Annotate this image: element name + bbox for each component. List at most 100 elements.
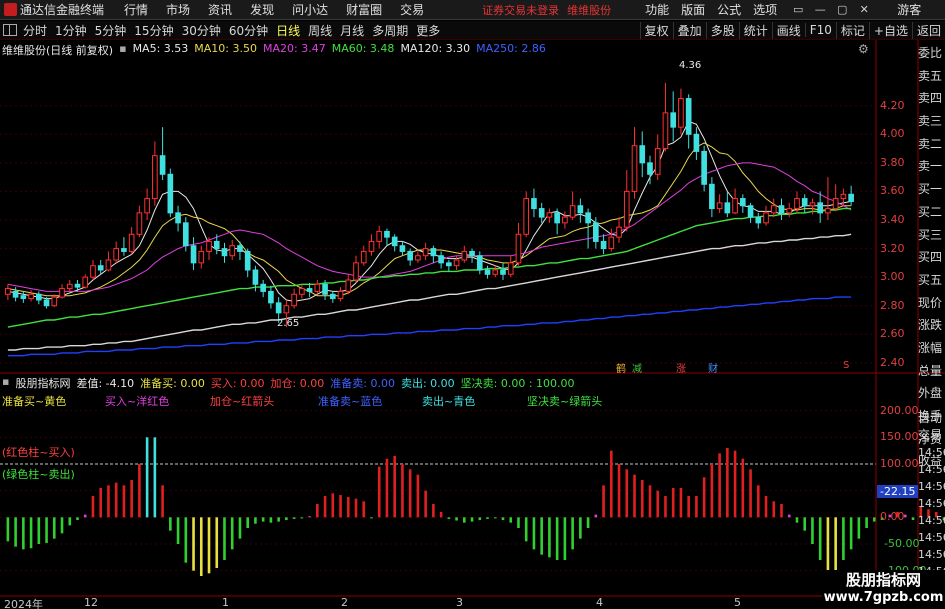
trade-time-item[interactable]: 自动 (918, 410, 945, 427)
candle-body (670, 112, 677, 128)
candle-body (531, 198, 537, 210)
event-marker-4[interactable]: 财 (708, 360, 718, 375)
candle-body (74, 283, 81, 288)
event-marker-2[interactable]: 减 (632, 360, 642, 375)
quote-item[interactable]: 卖二 (918, 133, 945, 156)
f10-button[interactable]: F10 (804, 23, 836, 37)
quote-panel: 委比 卖五 卖四 卖三 卖二 卖一 买一 买二 买三 买四 买五 现价 涨跌 涨幅 总量 外盘 换手 净资 收益 (918, 42, 945, 473)
trade-time-item[interactable]: 14:56 (918, 444, 945, 461)
period-5min[interactable]: 5分钟 (91, 22, 131, 39)
guest-user[interactable]: 游客 (897, 1, 921, 18)
minimize-icon[interactable]: — (813, 3, 827, 16)
period-1min[interactable]: 1分钟 (51, 22, 91, 39)
candle-body (469, 250, 475, 257)
menu-wealth[interactable]: 财富圈 (346, 1, 382, 18)
period-30min[interactable]: 30分钟 (178, 22, 225, 39)
event-marker-1[interactable]: 鹤 (616, 360, 626, 375)
quote-item[interactable]: 买三 (918, 224, 945, 247)
candle-body (523, 198, 530, 235)
indicator-bar (756, 485, 760, 518)
menu-options[interactable]: 选项 (753, 1, 777, 18)
period-intraday[interactable]: 分时 (19, 22, 51, 39)
candle-body (376, 230, 383, 242)
period-60min[interactable]: 60分钟 (225, 22, 272, 39)
login-status[interactable]: 证券交易未登录 (482, 2, 559, 18)
indicator-ready-buy: 准备买: 0.00 (140, 377, 205, 390)
trade-time-item[interactable]: 交易 (918, 427, 945, 444)
settings-gear-icon[interactable]: ⚙ (858, 42, 869, 56)
indicator-bar (192, 517, 195, 571)
multi-stock-button[interactable]: 多股 (705, 21, 739, 39)
legend-toggle-icon[interactable]: ▪ (119, 42, 126, 56)
candle-body (484, 269, 491, 275)
trade-time-item[interactable]: 14:56 (918, 461, 945, 478)
trade-time-item[interactable]: 14:56 (918, 512, 945, 529)
menu-function[interactable]: 功能 (645, 1, 669, 18)
overlay-button[interactable]: 叠加 (672, 21, 706, 39)
menu-trade[interactable]: 交易 (400, 1, 424, 18)
candle-body (662, 112, 669, 150)
menu-discover[interactable]: 发现 (250, 1, 274, 18)
menu-market[interactable]: 市场 (166, 1, 190, 18)
quote-item[interactable]: 买四 (918, 246, 945, 269)
quote-item[interactable]: 现价 (918, 292, 945, 315)
menu-formula[interactable]: 公式 (717, 1, 741, 18)
adjust-button[interactable]: 复权 (639, 21, 673, 39)
current-stock-name: 维维股份 (567, 3, 612, 17)
trade-time-item[interactable]: 14:56 (918, 478, 945, 495)
quote-item[interactable]: 卖五 (918, 65, 945, 88)
indicator-bar (834, 517, 837, 571)
quote-item[interactable]: 买五 (918, 269, 945, 292)
quote-item[interactable]: 委比 (918, 42, 945, 65)
title-bar: 通达信金融终端 行情 市场 资讯 发现 问小达 财富圈 交易 证券交易未登录 维… (0, 0, 945, 20)
quote-item[interactable]: 外盘 (918, 382, 945, 405)
current-indicator-value: -22.15 (877, 485, 919, 498)
price-tick-label: 3.20 (880, 241, 905, 255)
ma60-legend: MA60: 3.48 (331, 42, 395, 55)
indicator-bar (52, 517, 56, 539)
candle-body (569, 205, 576, 218)
menu-layout[interactable]: 版面 (681, 1, 705, 18)
add-watchlist-button[interactable]: +自选 (868, 21, 912, 39)
period-monthly[interactable]: 月线 (336, 22, 368, 39)
stats-button[interactable]: 统计 (738, 21, 772, 39)
indicator-bar (640, 480, 644, 518)
candle-body (732, 198, 738, 214)
layout-grid-icon[interactable] (3, 24, 17, 36)
chart-area[interactable] (0, 40, 945, 609)
quote-item[interactable]: 卖三 (918, 110, 945, 133)
menu-news[interactable]: 资讯 (208, 1, 232, 18)
indicator-bar (486, 517, 489, 519)
candle-body (190, 245, 197, 264)
menu-quotes[interactable]: 行情 (124, 1, 148, 18)
quote-item[interactable]: 买二 (918, 201, 945, 224)
draw-line-button[interactable]: 画线 (771, 21, 805, 39)
event-marker-5[interactable]: S (843, 360, 849, 371)
indicator-bar (772, 501, 776, 518)
indicator-toggle-icon[interactable]: ▪ (2, 375, 9, 389)
trade-time-item[interactable]: 14:56 (918, 495, 945, 512)
menu-ask[interactable]: 问小达 (292, 1, 328, 18)
quote-item[interactable]: 卖四 (918, 87, 945, 110)
restore-icon[interactable]: ▭ (791, 3, 805, 16)
quote-item[interactable]: 涨跌 (918, 314, 945, 337)
period-multi[interactable]: 多周期 (368, 22, 412, 39)
back-button[interactable]: 返回 (911, 21, 945, 39)
period-15min[interactable]: 15分钟 (130, 22, 177, 39)
trade-time-item[interactable]: 14:56 (918, 546, 945, 563)
event-marker-3[interactable]: 涨 (676, 360, 686, 375)
ma120-legend: MA120: 3.30 (400, 42, 471, 55)
stock-chart-title: 维维股份(日线 前复权) (2, 44, 114, 57)
mark-button[interactable]: 标记 (835, 21, 869, 39)
quote-item[interactable]: 买一 (918, 178, 945, 201)
quote-item[interactable]: 总量 (918, 360, 945, 383)
trade-time-item[interactable]: 14:56 (918, 529, 945, 546)
quote-item[interactable]: 卖一 (918, 155, 945, 178)
close-icon[interactable]: ✕ (857, 3, 871, 16)
maximize-icon[interactable]: ▢ (835, 3, 849, 16)
period-weekly[interactable]: 周线 (304, 22, 336, 39)
quote-item[interactable]: 涨幅 (918, 337, 945, 360)
period-daily[interactable]: 日线 (272, 22, 304, 39)
period-more[interactable]: 更多 (412, 22, 444, 39)
x-label-jan: 1 (222, 596, 229, 609)
